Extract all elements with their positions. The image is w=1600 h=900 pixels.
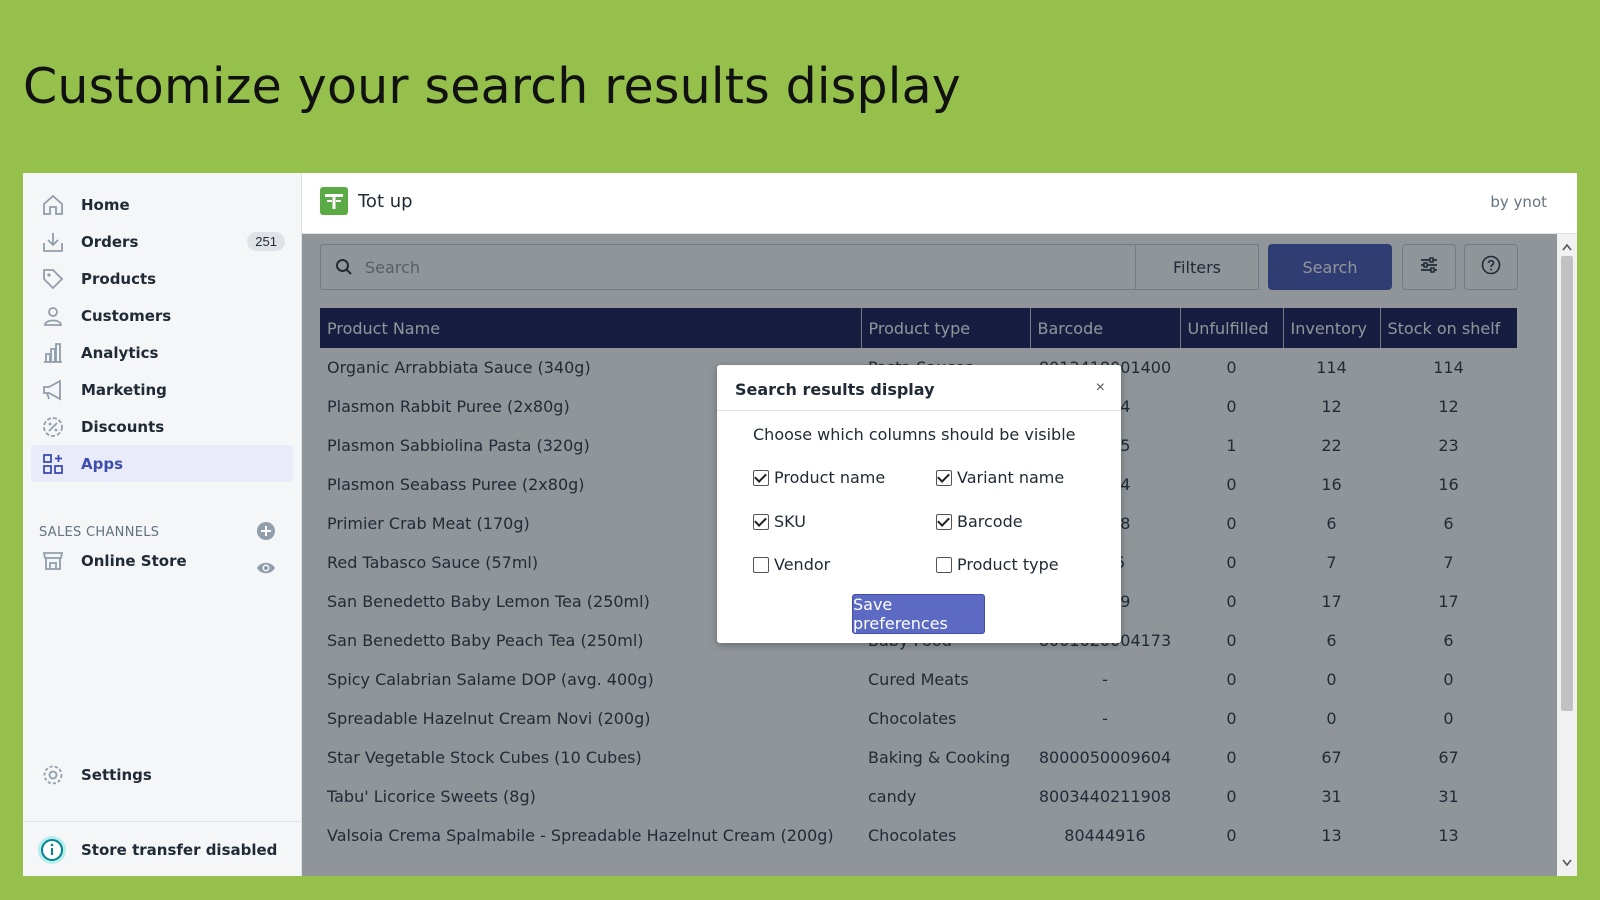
sidebar-item-label: Orders	[81, 232, 139, 251]
close-icon[interactable]: ×	[1096, 379, 1105, 397]
scroll-thumb[interactable]	[1561, 256, 1573, 711]
sidebar-item-marketing[interactable]: Marketing	[31, 371, 293, 408]
sidebar-item-label: Discounts	[81, 417, 165, 436]
checkbox-box[interactable]	[936, 556, 952, 573]
home-icon	[39, 191, 67, 219]
orders-icon	[39, 228, 67, 256]
checkbox-label: SKU	[774, 512, 806, 531]
gear-icon	[39, 761, 67, 789]
checkbox-label: Variant name	[957, 468, 1065, 487]
app-content: Search Filters Search Product NameProduc…	[302, 234, 1557, 876]
app-author: by ynot	[1490, 193, 1547, 211]
discount-icon	[39, 413, 67, 441]
sidebar-item-online-store[interactable]: Online Store	[31, 542, 293, 579]
modal-title: Search results display	[735, 380, 935, 399]
sidebar-item-label: Products	[81, 269, 157, 288]
totup-logo-icon	[320, 187, 348, 215]
sidebar-item-apps[interactable]: Apps	[31, 445, 293, 482]
sidebar-item-orders[interactable]: Orders 251	[31, 223, 293, 260]
sidebar-item-settings[interactable]: Settings	[31, 756, 293, 793]
app-window: Home Orders 251 Products Customers Analy…	[23, 173, 1577, 876]
sidebar-item-label: Home	[81, 195, 130, 214]
modal-description: Choose which columns should be visible	[753, 425, 1076, 444]
app-title: Tot up	[358, 191, 413, 212]
checkbox-label: Product type	[957, 555, 1059, 574]
main-area: Tot up by ynot Search Filters Search Pro…	[302, 173, 1577, 876]
checkbox-label: Product name	[774, 468, 886, 487]
checkbox-sku[interactable]: SKU	[753, 512, 806, 531]
sidebar-item-label: Analytics	[81, 343, 159, 362]
checkbox-variant-name[interactable]: Variant name	[936, 468, 1064, 487]
add-sales-channel-icon[interactable]	[256, 521, 276, 541]
scrollbar[interactable]	[1557, 234, 1577, 876]
checkbox-label: Barcode	[957, 512, 1023, 531]
save-preferences-button[interactable]: Save preferences	[852, 594, 985, 634]
store-icon	[39, 547, 67, 575]
scroll-down-icon[interactable]	[1562, 854, 1572, 872]
sidebar-item-home[interactable]: Home	[31, 186, 293, 223]
bar-chart-icon	[39, 339, 67, 367]
sidebar-item-label: Marketing	[81, 380, 167, 399]
orders-count-badge: 251	[247, 232, 285, 251]
checkbox-box[interactable]	[936, 513, 952, 530]
sales-channels-heading: SALES CHANNELS	[39, 525, 160, 540]
checkbox-vendor[interactable]: Vendor	[753, 555, 830, 574]
app-header: Tot up by ynot	[302, 173, 1577, 234]
scroll-up-icon[interactable]	[1562, 238, 1572, 256]
sidebar: Home Orders 251 Products Customers Analy…	[23, 173, 302, 876]
checkbox-product-name[interactable]: Product name	[753, 468, 885, 487]
store-transfer-label: Store transfer disabled	[81, 840, 278, 859]
sidebar-item-discounts[interactable]: Discounts	[31, 408, 293, 445]
modal-divider	[717, 410, 1121, 411]
sidebar-item-label: Apps	[81, 454, 124, 473]
apps-icon	[39, 450, 67, 478]
eye-icon[interactable]	[256, 558, 276, 578]
sidebar-item-analytics[interactable]: Analytics	[31, 334, 293, 371]
sidebar-item-label: Customers	[81, 306, 172, 325]
sidebar-item-customers[interactable]: Customers	[31, 297, 293, 334]
sidebar-item-label: Settings	[81, 765, 152, 784]
checkbox-product-type[interactable]: Product type	[936, 555, 1059, 574]
checkbox-label: Vendor	[774, 555, 831, 574]
checkbox-barcode[interactable]: Barcode	[936, 512, 1023, 531]
headline: Customize your search results display	[23, 58, 961, 115]
store-transfer-status: Store transfer disabled	[23, 821, 301, 876]
megaphone-icon	[39, 376, 67, 404]
sidebar-item-label: Online Store	[81, 551, 187, 570]
checkbox-box[interactable]	[936, 469, 952, 486]
sidebar-item-products[interactable]: Products	[31, 260, 293, 297]
checkbox-box[interactable]	[753, 556, 769, 573]
checkbox-box[interactable]	[753, 513, 769, 530]
tag-icon	[39, 265, 67, 293]
checkbox-box[interactable]	[753, 469, 769, 486]
search-results-display-modal: Search results display × Choose which co…	[717, 365, 1121, 643]
info-icon	[37, 835, 67, 865]
person-icon	[39, 302, 67, 330]
